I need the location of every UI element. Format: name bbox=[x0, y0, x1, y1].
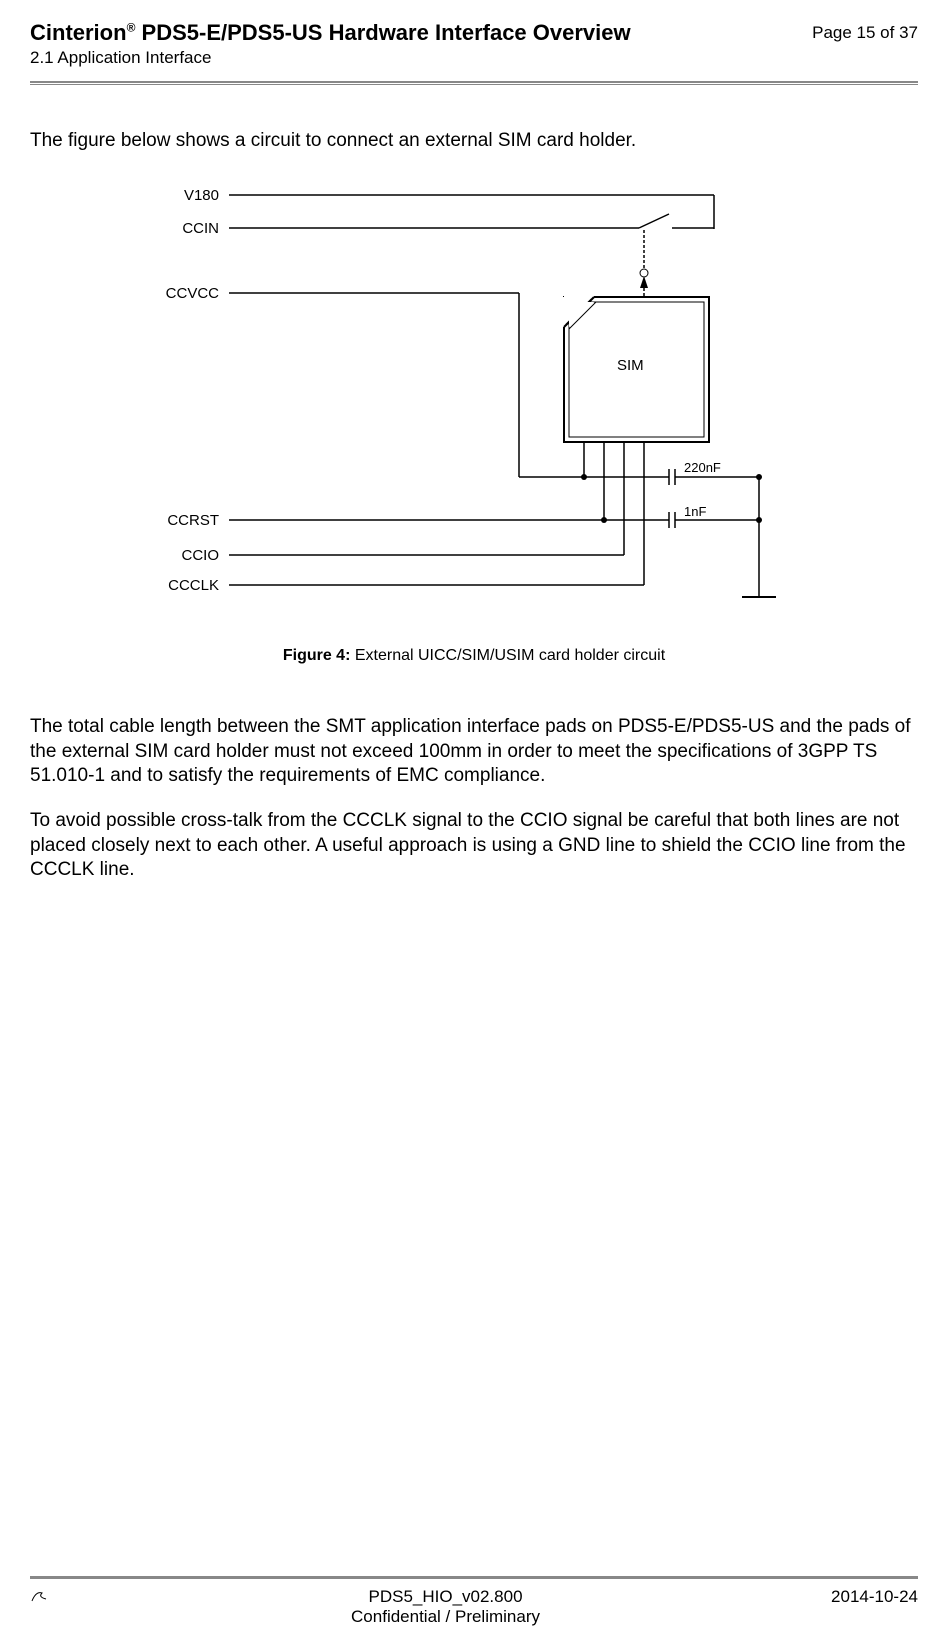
confidentiality: Confidential / Preliminary bbox=[351, 1607, 540, 1627]
intro-text: The figure below shows a circuit to conn… bbox=[30, 130, 918, 152]
main-content: The figure below shows a circuit to conn… bbox=[30, 130, 918, 883]
circuit-svg bbox=[124, 182, 824, 622]
figure-caption: Figure 4: External UICC/SIM/USIM card ho… bbox=[30, 647, 918, 665]
para-2: To avoid possible cross-talk from the CC… bbox=[30, 809, 918, 883]
page-indicator: Page 15 of 37 bbox=[812, 20, 918, 43]
page-header: Cinterion® PDS5-E/PDS5-US Hardware Inter… bbox=[30, 20, 918, 76]
footer-mark bbox=[30, 1587, 60, 1627]
circuit-diagram: V180 CCIN CCVCC CCRST CCIO CCCLK bbox=[124, 182, 824, 622]
cap-1nf-label: 1nF bbox=[684, 504, 706, 519]
para-1: The total cable length between the SMT a… bbox=[30, 715, 918, 789]
doc-id: PDS5_HIO_v02.800 bbox=[351, 1587, 540, 1607]
header-subtitle: 2.1 Application Interface bbox=[30, 48, 631, 68]
footer-center: PDS5_HIO_v02.800 Confidential / Prelimin… bbox=[351, 1587, 540, 1627]
title-prefix: Cinterion bbox=[30, 20, 127, 45]
title-suffix: PDS5-E/PDS5-US Hardware Interface Overvi… bbox=[135, 20, 630, 45]
footer-date: 2014-10-24 bbox=[831, 1587, 918, 1627]
header-title: Cinterion® PDS5-E/PDS5-US Hardware Inter… bbox=[30, 20, 631, 46]
cap-220nf-label: 220nF bbox=[684, 460, 721, 475]
header-rule-thin bbox=[30, 84, 918, 85]
footer-rule-thick bbox=[30, 1577, 918, 1579]
header-rule-thick bbox=[30, 81, 918, 83]
figure-text: External UICC/SIM/USIM card holder circu… bbox=[350, 647, 665, 664]
sim-block-label: SIM bbox=[617, 357, 644, 374]
figure-num: Figure 4: bbox=[283, 647, 351, 664]
page-footer: PDS5_HIO_v02.800 Confidential / Prelimin… bbox=[30, 1575, 918, 1627]
